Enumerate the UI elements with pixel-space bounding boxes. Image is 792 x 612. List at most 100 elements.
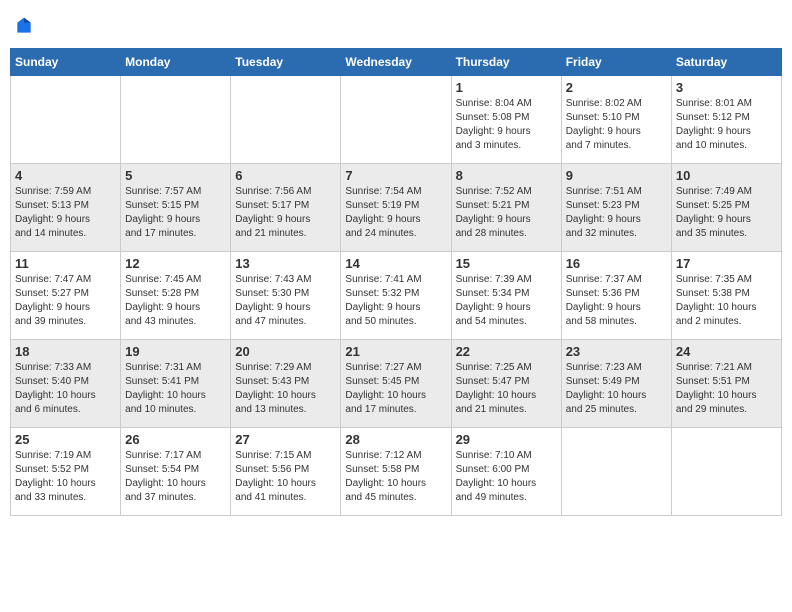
weekday-header-saturday: Saturday [671, 49, 781, 76]
calendar-cell [121, 76, 231, 164]
day-number: 20 [235, 344, 336, 359]
calendar-cell: 22 Sunrise: 7:25 AM Sunset: 5:47 PM Dayli… [451, 340, 561, 428]
day-number: 28 [345, 432, 446, 447]
day-number: 22 [456, 344, 557, 359]
calendar-cell [561, 428, 671, 516]
calendar-cell: 13Sunrise: 7:43 AM Sunset: 5:30 PM Dayli… [231, 252, 341, 340]
day-info: Sunrise: 7:19 AM Sunset: 5:52 PM Dayligh… [15, 449, 116, 505]
day-number: 18 [15, 344, 116, 359]
calendar-cell: 28 Sunrise: 7:12 AM Sunset: 5:58 PM Dayli… [341, 428, 451, 516]
day-info: Sunrise: 7:59 AM Sunset: 5:13 PM Dayligh… [15, 185, 116, 241]
calendar-cell: 9 Sunrise: 7:51 AM Sunset: 5:23 PM Daylig… [561, 164, 671, 252]
day-info: Sunrise: 7:33 AM Sunset: 5:40 PM Dayligh… [15, 361, 116, 417]
calendar-cell: 6 Sunrise: 7:56 AM Sunset: 5:17 PM Daylig… [231, 164, 341, 252]
day-info: Sunrise: 7:29 AM Sunset: 5:43 PM Dayligh… [235, 361, 336, 417]
calendar-row-3: 18 Sunrise: 7:33 AM Sunset: 5:40 PM Dayli… [11, 340, 782, 428]
calendar-cell: 8 Sunrise: 7:52 AM Sunset: 5:21 PM Daylig… [451, 164, 561, 252]
day-number: 26 [125, 432, 226, 447]
weekday-header-thursday: Thursday [451, 49, 561, 76]
day-info: Sunrise: 7:54 AM Sunset: 5:19 PM Dayligh… [345, 185, 446, 241]
calendar-cell: 5 Sunrise: 7:57 AM Sunset: 5:15 PM Daylig… [121, 164, 231, 252]
calendar-cell: 25 Sunrise: 7:19 AM Sunset: 5:52 PM Dayli… [11, 428, 121, 516]
day-number: 9 [566, 168, 667, 183]
page-header [10, 10, 782, 42]
day-info: Sunrise: 7:56 AM Sunset: 5:17 PM Dayligh… [235, 185, 336, 241]
calendar-cell: 27 Sunrise: 7:15 AM Sunset: 5:56 PM Dayli… [231, 428, 341, 516]
day-info: Sunrise: 7:15 AM Sunset: 5:56 PM Dayligh… [235, 449, 336, 505]
logo-icon [14, 16, 34, 36]
calendar-cell [231, 76, 341, 164]
day-info: Sunrise: 7:49 AM Sunset: 5:25 PM Dayligh… [676, 185, 777, 241]
weekday-header-friday: Friday [561, 49, 671, 76]
calendar-cell: 12 Sunrise: 7:45 AM Sunset: 5:28 PM Dayli… [121, 252, 231, 340]
day-info: Sunrise: 7:31 AM Sunset: 5:41 PM Dayligh… [125, 361, 226, 417]
day-number: 1 [456, 80, 557, 95]
weekday-header-wednesday: Wednesday [341, 49, 451, 76]
day-info: Sunrise: 8:02 AM Sunset: 5:10 PM Dayligh… [566, 97, 667, 153]
day-info: Sunrise: 7:45 AM Sunset: 5:28 PM Dayligh… [125, 273, 226, 329]
calendar-cell [671, 428, 781, 516]
day-number: 21 [345, 344, 446, 359]
day-number: 3 [676, 80, 777, 95]
logo [14, 16, 36, 36]
day-info: Sunrise: 7:41 AM Sunset: 5:32 PM Dayligh… [345, 273, 446, 329]
day-number: 11 [15, 256, 116, 271]
day-info: Sunrise: 7:35 AM Sunset: 5:38 PM Dayligh… [676, 273, 777, 329]
day-number: 17 [676, 256, 777, 271]
calendar-cell: 3 Sunrise: 8:01 AM Sunset: 5:12 PM Daylig… [671, 76, 781, 164]
day-info: Sunrise: 7:23 AM Sunset: 5:49 PM Dayligh… [566, 361, 667, 417]
calendar-cell: 2 Sunrise: 8:02 AM Sunset: 5:10 PM Daylig… [561, 76, 671, 164]
day-number: 5 [125, 168, 226, 183]
weekday-header-tuesday: Tuesday [231, 49, 341, 76]
calendar-cell: 15 Sunrise: 7:39 AM Sunset: 5:34 PM Dayli… [451, 252, 561, 340]
day-number: 15 [456, 256, 557, 271]
day-info: Sunrise: 7:10 AM Sunset: 6:00 PM Dayligh… [456, 449, 557, 505]
day-info: Sunrise: 7:52 AM Sunset: 5:21 PM Dayligh… [456, 185, 557, 241]
day-info: Sunrise: 8:04 AM Sunset: 5:08 PM Dayligh… [456, 97, 557, 153]
calendar-cell: 29Sunrise: 7:10 AM Sunset: 6:00 PM Dayli… [451, 428, 561, 516]
calendar-cell: 24 Sunrise: 7:21 AM Sunset: 5:51 PM Dayli… [671, 340, 781, 428]
calendar-table: SundayMondayTuesdayWednesdayThursdayFrid… [10, 48, 782, 516]
day-info: Sunrise: 7:51 AM Sunset: 5:23 PM Dayligh… [566, 185, 667, 241]
day-number: 16 [566, 256, 667, 271]
day-number: 27 [235, 432, 336, 447]
day-info: Sunrise: 7:27 AM Sunset: 5:45 PM Dayligh… [345, 361, 446, 417]
day-number: 6 [235, 168, 336, 183]
day-number: 25 [15, 432, 116, 447]
calendar-cell: 14Sunrise: 7:41 AM Sunset: 5:32 PM Dayli… [341, 252, 451, 340]
day-number: 24 [676, 344, 777, 359]
day-number: 12 [125, 256, 226, 271]
calendar-cell: 19Sunrise: 7:31 AM Sunset: 5:41 PM Dayli… [121, 340, 231, 428]
day-number: 4 [15, 168, 116, 183]
day-number: 2 [566, 80, 667, 95]
calendar-cell: 26 Sunrise: 7:17 AM Sunset: 5:54 PM Dayli… [121, 428, 231, 516]
calendar-cell: 16 Sunrise: 7:37 AM Sunset: 5:36 PM Dayli… [561, 252, 671, 340]
calendar-cell: 18 Sunrise: 7:33 AM Sunset: 5:40 PM Dayli… [11, 340, 121, 428]
calendar-row-4: 25 Sunrise: 7:19 AM Sunset: 5:52 PM Dayli… [11, 428, 782, 516]
day-number: 23 [566, 344, 667, 359]
day-number: 8 [456, 168, 557, 183]
day-info: Sunrise: 7:37 AM Sunset: 5:36 PM Dayligh… [566, 273, 667, 329]
day-info: Sunrise: 7:21 AM Sunset: 5:51 PM Dayligh… [676, 361, 777, 417]
calendar-row-2: 11Sunrise: 7:47 AM Sunset: 5:27 PM Dayli… [11, 252, 782, 340]
day-number: 7 [345, 168, 446, 183]
day-info: Sunrise: 7:17 AM Sunset: 5:54 PM Dayligh… [125, 449, 226, 505]
calendar-cell: 7 Sunrise: 7:54 AM Sunset: 5:19 PM Daylig… [341, 164, 451, 252]
day-info: Sunrise: 7:43 AM Sunset: 5:30 PM Dayligh… [235, 273, 336, 329]
day-info: Sunrise: 8:01 AM Sunset: 5:12 PM Dayligh… [676, 97, 777, 153]
day-info: Sunrise: 7:57 AM Sunset: 5:15 PM Dayligh… [125, 185, 226, 241]
day-number: 10 [676, 168, 777, 183]
calendar-cell: 11Sunrise: 7:47 AM Sunset: 5:27 PM Dayli… [11, 252, 121, 340]
day-info: Sunrise: 7:12 AM Sunset: 5:58 PM Dayligh… [345, 449, 446, 505]
calendar-cell: 10 Sunrise: 7:49 AM Sunset: 5:25 PM Dayli… [671, 164, 781, 252]
calendar-row-0: 1 Sunrise: 8:04 AM Sunset: 5:08 PM Daylig… [11, 76, 782, 164]
calendar-cell: 23 Sunrise: 7:23 AM Sunset: 5:49 PM Dayli… [561, 340, 671, 428]
calendar-cell [11, 76, 121, 164]
calendar-cell: 20 Sunrise: 7:29 AM Sunset: 5:43 PM Dayli… [231, 340, 341, 428]
calendar-cell [341, 76, 451, 164]
calendar-cell: 1 Sunrise: 8:04 AM Sunset: 5:08 PM Daylig… [451, 76, 561, 164]
calendar-cell: 4 Sunrise: 7:59 AM Sunset: 5:13 PM Daylig… [11, 164, 121, 252]
calendar-cell: 21 Sunrise: 7:27 AM Sunset: 5:45 PM Dayli… [341, 340, 451, 428]
day-info: Sunrise: 7:39 AM Sunset: 5:34 PM Dayligh… [456, 273, 557, 329]
day-info: Sunrise: 7:25 AM Sunset: 5:47 PM Dayligh… [456, 361, 557, 417]
